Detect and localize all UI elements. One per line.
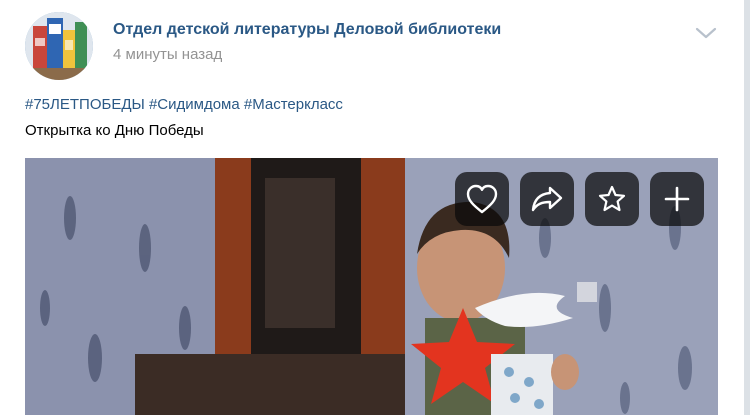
hashtag-link[interactable]: #75ЛЕТПОБЕДЫ	[25, 96, 145, 113]
hashtag-link[interactable]: #Мастеркласс	[244, 96, 343, 113]
post-author-link[interactable]: Отдел детской литературы Деловой библиот…	[113, 21, 501, 39]
like-video-button[interactable]	[455, 172, 509, 226]
hashtag-link[interactable]: #Сидимдома	[149, 96, 240, 113]
group-avatar[interactable]	[25, 12, 93, 80]
bookmark-video-button[interactable]	[585, 172, 639, 226]
post-menu-button[interactable]	[693, 24, 719, 42]
wall-post: Отдел детской литературы Деловой библиот…	[0, 0, 750, 415]
post-hashtags: #75ЛЕТПОБЕДЫ #Сидимдома #Мастеркласс	[25, 96, 343, 113]
page-scroll-edge	[744, 0, 750, 415]
chevron-down-icon	[695, 27, 717, 39]
post-timestamp[interactable]: 4 минуты назад	[113, 46, 222, 63]
video-preview[interactable]	[25, 158, 718, 415]
share-video-button[interactable]	[520, 172, 574, 226]
plus-icon	[664, 186, 690, 212]
avatar-image	[25, 12, 93, 80]
share-icon	[531, 186, 563, 212]
post-caption: Открытка ко Дню Победы	[25, 122, 204, 139]
star-icon	[598, 185, 626, 212]
add-video-button[interactable]	[650, 172, 704, 226]
heart-icon	[466, 184, 498, 214]
